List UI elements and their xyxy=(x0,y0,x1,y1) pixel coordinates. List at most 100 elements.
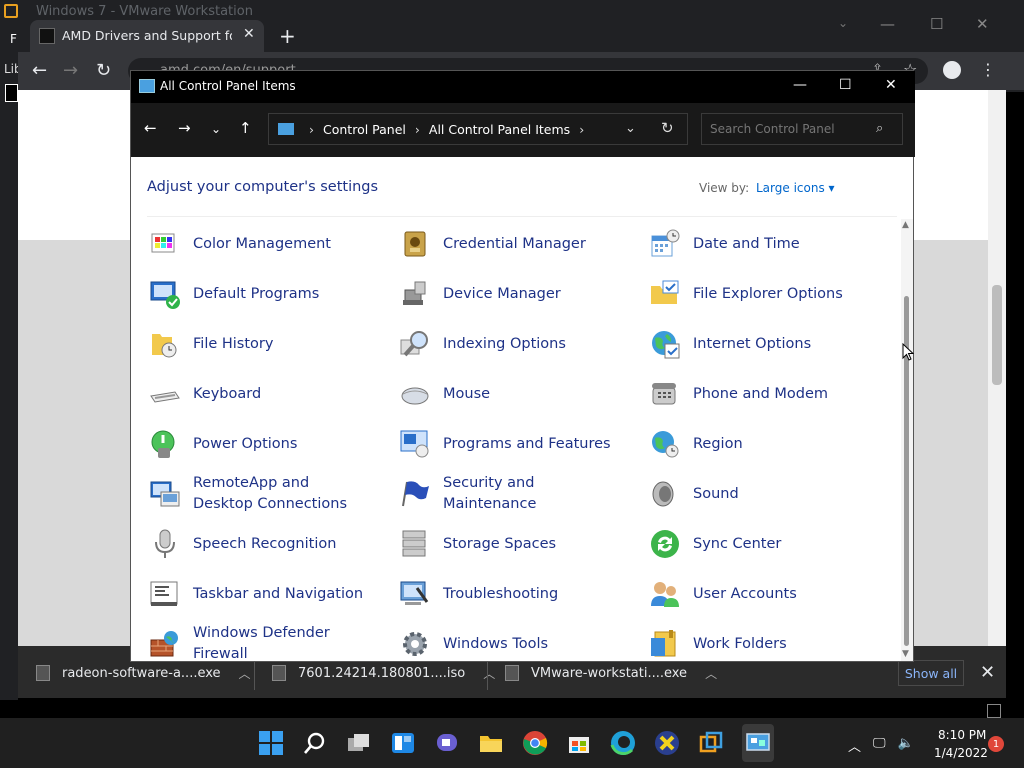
control-panel-item-label: Keyboard xyxy=(193,385,262,402)
task-view-icon[interactable] xyxy=(346,730,372,756)
control-panel-item[interactable]: Sound xyxy=(631,469,871,519)
profile-avatar-icon[interactable] xyxy=(943,61,961,79)
close-icon[interactable]: ✕ xyxy=(976,15,989,33)
control-panel-item[interactable]: Internet Options xyxy=(631,319,871,369)
search-icon[interactable] xyxy=(302,730,328,756)
refresh-icon[interactable]: ↻ xyxy=(661,119,674,137)
notification-badge[interactable]: 1 xyxy=(988,736,1004,752)
control-panel-item[interactable]: Device Manager xyxy=(381,269,621,319)
control-panel-item[interactable]: Date and Time xyxy=(631,219,871,269)
control-panel-item[interactable]: Taskbar and Navigation xyxy=(131,569,371,619)
teams-chat-icon[interactable] xyxy=(434,730,460,756)
chevron-up-icon[interactable]: ︿ xyxy=(239,665,251,682)
battery-icon xyxy=(149,428,181,460)
chrome-icon[interactable] xyxy=(522,730,548,756)
show-all-button[interactable]: Show all xyxy=(898,660,964,686)
breadcrumb-control-panel[interactable]: Control Panel xyxy=(323,122,406,137)
control-panel-item[interactable]: Power Options xyxy=(131,419,371,469)
back-arrow-icon[interactable]: ← xyxy=(32,60,47,81)
chevron-right-icon[interactable]: › xyxy=(309,122,314,137)
vmware-taskbar-icon[interactable] xyxy=(698,730,724,756)
control-panel-item[interactable]: Speech Recognition xyxy=(131,519,371,569)
control-panel-taskbar-icon[interactable] xyxy=(745,730,771,756)
control-panel-item[interactable]: Credential Manager xyxy=(381,219,621,269)
mouse-cursor-icon xyxy=(902,343,914,361)
x-app-icon[interactable] xyxy=(654,730,680,756)
network-icon[interactable]: 🖵 xyxy=(873,736,886,755)
maximize-icon[interactable]: ☐ xyxy=(839,77,852,93)
globe-icon xyxy=(649,328,681,360)
clock-time[interactable]: 8:10 PM xyxy=(938,728,986,742)
control-panel-item[interactable]: Color Management xyxy=(131,219,371,269)
page-scrollbar-thumb[interactable] xyxy=(992,285,1002,385)
maximize-icon[interactable]: ☐ xyxy=(930,15,943,33)
vmware-resize-icon xyxy=(987,704,1001,718)
start-windows-icon[interactable] xyxy=(258,730,284,756)
widgets-icon[interactable] xyxy=(390,730,416,756)
search-icon: ⌕ xyxy=(876,121,884,136)
chevron-up-icon[interactable]: ︿ xyxy=(848,736,861,755)
volume-icon[interactable]: 🔈 xyxy=(898,736,914,755)
control-panel-item[interactable]: Storage Spaces xyxy=(381,519,621,569)
view-by-value: Large icons xyxy=(756,181,825,195)
breadcrumb-all-items[interactable]: All Control Panel Items xyxy=(429,122,570,137)
control-panel-item[interactable]: Troubleshooting xyxy=(381,569,621,619)
chevron-up-icon[interactable]: ︿ xyxy=(705,665,717,682)
chevron-right-icon[interactable]: › xyxy=(415,122,420,137)
control-panel-item[interactable]: Sync Center xyxy=(631,519,871,569)
file-explorer-icon[interactable] xyxy=(478,730,504,756)
control-panel-item[interactable]: Default Programs xyxy=(131,269,371,319)
control-panel-item[interactable]: Phone and Modem xyxy=(631,369,871,419)
recent-locations-chevron-icon[interactable]: ⌄ xyxy=(211,122,221,136)
iso-file-icon xyxy=(272,665,286,681)
chevron-up-icon[interactable]: ︿ xyxy=(483,665,495,682)
address-dropdown-icon[interactable]: ⌄ xyxy=(625,121,636,136)
kebab-menu-icon[interactable]: ⋮ xyxy=(980,60,996,79)
edge-icon[interactable] xyxy=(610,730,636,756)
forward-arrow-icon[interactable]: → xyxy=(63,60,78,81)
control-panel-item[interactable]: File Explorer Options xyxy=(631,269,871,319)
view-by-dropdown[interactable]: Large icons ▾ xyxy=(756,181,835,195)
control-panel-item-label: RemoteApp and Desktop Connections xyxy=(193,475,348,512)
control-panel-item-label: File History xyxy=(193,335,274,352)
up-arrow-icon[interactable]: ↑ xyxy=(239,119,252,137)
control-panel-item[interactable]: Security and Maintenance xyxy=(381,469,621,519)
back-arrow-icon[interactable]: ← xyxy=(144,119,157,137)
control-panel-item[interactable]: Keyboard xyxy=(131,369,371,419)
control-panel-item[interactable]: File History xyxy=(131,319,371,369)
clock-date[interactable]: 1/4/2022 xyxy=(934,746,988,760)
file-history-icon xyxy=(149,328,181,360)
store-icon[interactable] xyxy=(566,730,592,756)
control-panel-item[interactable]: Mouse xyxy=(381,369,621,419)
control-panel-item[interactable]: Windows Defender Firewall xyxy=(131,619,371,661)
search-input[interactable] xyxy=(701,113,903,145)
tab-close-icon[interactable]: ✕ xyxy=(243,26,255,42)
tab-search-icon[interactable]: ⌄ xyxy=(838,16,848,30)
vmware-menu-file[interactable]: F xyxy=(10,32,17,46)
close-icon[interactable]: ✕ xyxy=(885,77,897,93)
taskbar-icon xyxy=(149,578,181,610)
minimize-icon[interactable]: — xyxy=(793,77,807,93)
chevron-right-icon[interactable]: › xyxy=(579,122,584,137)
reload-icon[interactable]: ↻ xyxy=(96,60,111,81)
control-panel-item[interactable]: User Accounts xyxy=(631,569,871,619)
vmware-search-box[interactable] xyxy=(5,84,18,102)
control-panel-item[interactable]: Region xyxy=(631,419,871,469)
download-bar-close-icon[interactable]: ✕ xyxy=(980,662,995,683)
forward-arrow-icon[interactable]: → xyxy=(178,119,191,137)
control-panel-item-label: Sound xyxy=(693,485,739,502)
control-panel-item-label: User Accounts xyxy=(693,585,797,602)
exe-file-icon xyxy=(36,665,50,681)
control-panel-item[interactable]: Indexing Options xyxy=(381,319,621,369)
new-tab-button[interactable]: + xyxy=(279,24,296,48)
minimize-icon[interactable]: — xyxy=(880,15,895,33)
control-panel-item-label: Color Management xyxy=(193,235,331,252)
control-panel-item[interactable]: Work Folders xyxy=(631,619,871,661)
storage-icon xyxy=(399,528,431,560)
control-panel-item[interactable]: Programs and Features xyxy=(381,419,621,469)
control-panel-item[interactable]: RemoteApp and Desktop Connections xyxy=(131,469,371,519)
control-panel-item-label: Windows Defender Firewall xyxy=(193,625,330,661)
scroll-up-icon[interactable]: ▲ xyxy=(902,220,909,230)
control-panel-item[interactable]: Windows Tools xyxy=(381,619,621,661)
scroll-down-icon[interactable]: ▼ xyxy=(902,649,909,659)
